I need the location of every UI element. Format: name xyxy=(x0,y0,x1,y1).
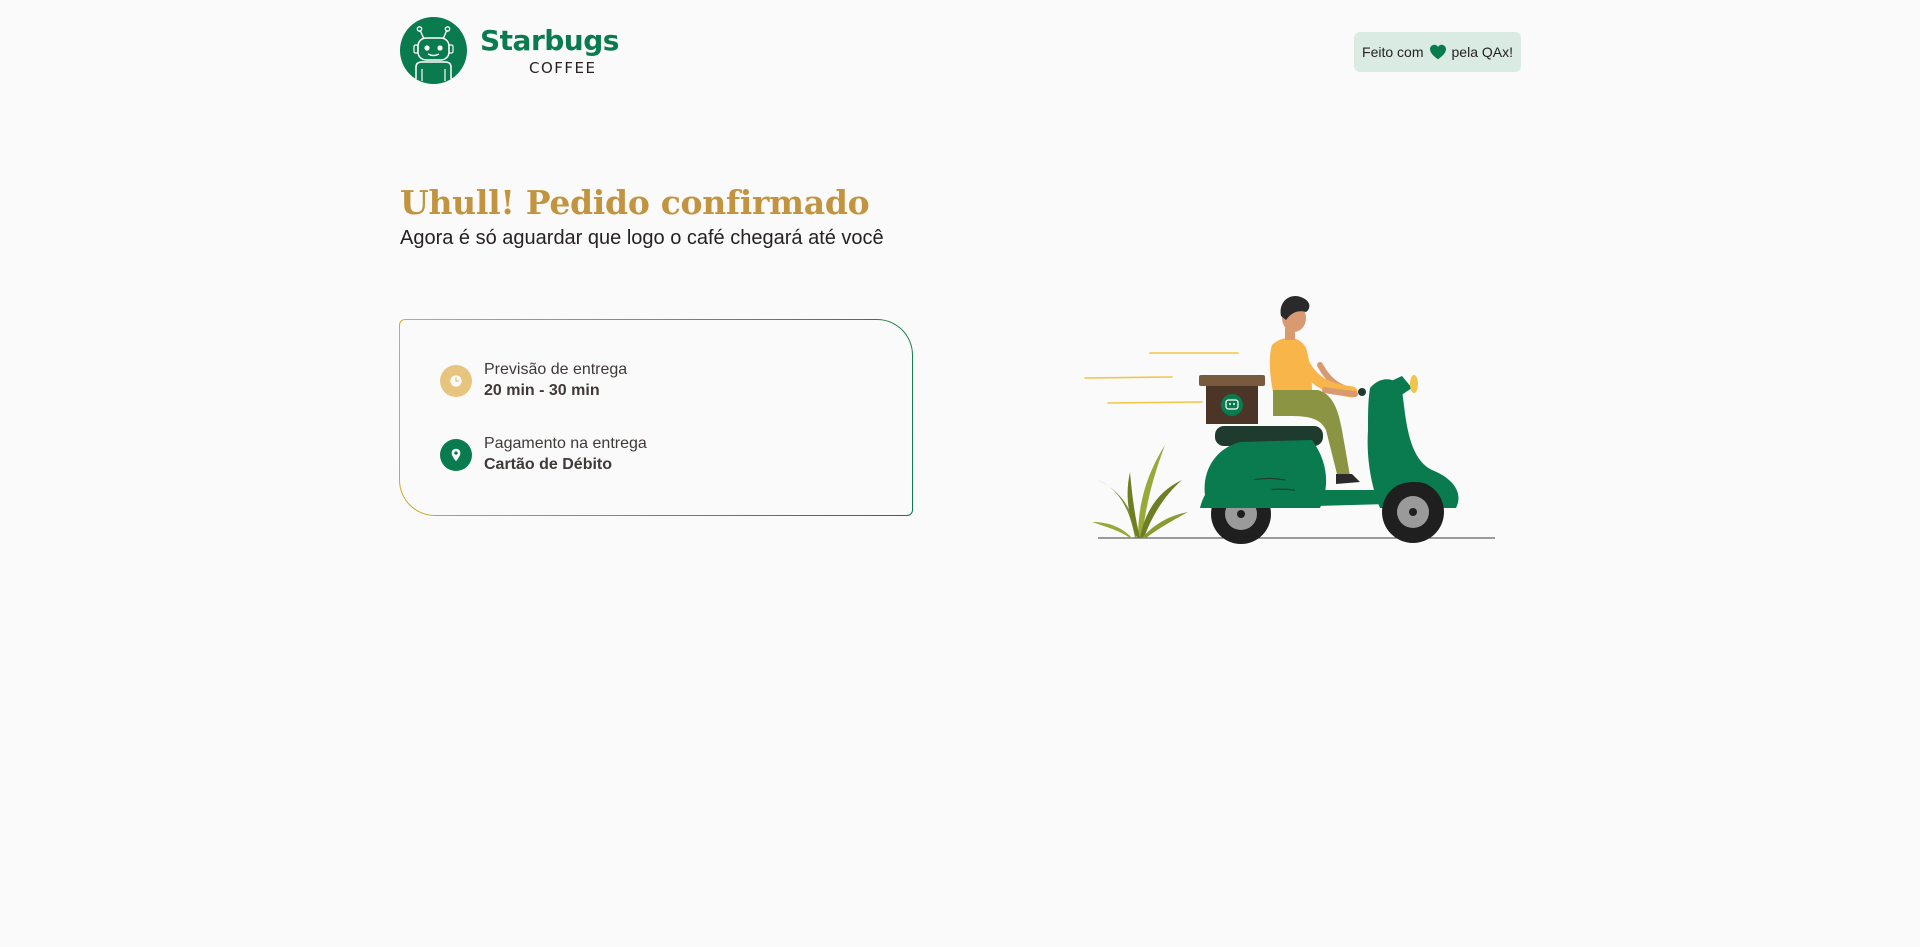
payment-row: Pagamento na entrega Cartão de Débito xyxy=(440,434,647,476)
delivery-estimate-label: Previsão de entrega xyxy=(484,361,628,378)
delivery-estimate-value: 20 min - 30 min xyxy=(484,381,600,399)
payment-texts: Pagamento na entrega Cartão de Débito xyxy=(484,434,647,476)
payment-label: Pagamento na entrega xyxy=(484,435,647,452)
order-info-card: Previsão de entrega 20 min - 30 min Paga… xyxy=(399,319,913,516)
header: Starbugs COFFEE Feito com pela QAx! xyxy=(400,16,1521,86)
delivery-estimate-row: Previsão de entrega 20 min - 30 min xyxy=(440,360,627,402)
made-with-love-badge: Feito com pela QAx! xyxy=(1354,32,1521,72)
robot-logo-icon xyxy=(400,17,467,84)
page-title: Uhull! Pedido confirmado xyxy=(400,183,870,222)
delivery-scooter-illustration xyxy=(1084,296,1495,544)
clock-icon xyxy=(440,364,472,397)
brand-name: Starbugs xyxy=(480,24,619,57)
page-subtitle: Agora é só aguardar que logo o café cheg… xyxy=(400,227,884,249)
logo-link[interactable]: Starbugs COFFEE xyxy=(400,16,619,86)
page: Starbugs COFFEE Feito com pela QAx! Uhul… xyxy=(0,0,1920,947)
delivery-box xyxy=(1199,375,1265,424)
map-pin-icon xyxy=(440,438,472,471)
badge-suffix: pela QAx! xyxy=(1451,44,1513,60)
heart-icon xyxy=(1429,44,1446,60)
brand-subname: COFFEE xyxy=(529,59,597,77)
payment-value: Cartão de Débito xyxy=(484,455,613,473)
order-info-card-inner: Previsão de entrega 20 min - 30 min Paga… xyxy=(400,320,912,515)
plant xyxy=(1092,445,1188,538)
badge-prefix: Feito com xyxy=(1362,44,1424,60)
delivery-estimate-texts: Previsão de entrega 20 min - 30 min xyxy=(484,360,627,402)
